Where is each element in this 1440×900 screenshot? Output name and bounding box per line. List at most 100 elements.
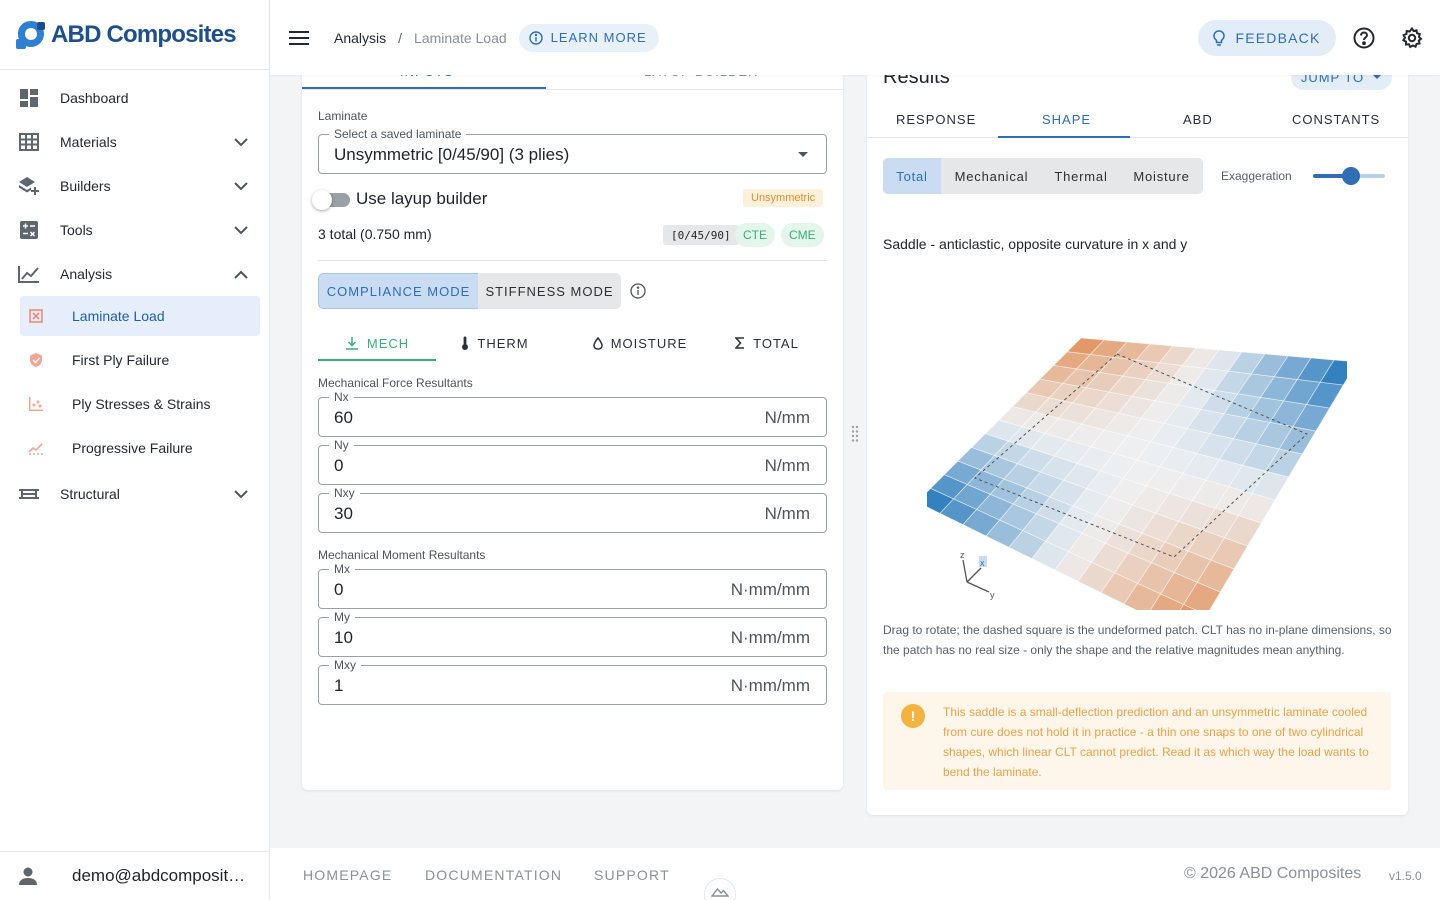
app-name: ABD Composites (51, 20, 237, 48)
warning-alert: ! This saddle is a small-deflection pred… (883, 692, 1391, 790)
tab-moisture[interactable]: MOISTURE (572, 325, 708, 361)
sidebar-item-tools[interactable]: Tools (0, 208, 269, 252)
panel-resize-handle[interactable] (849, 424, 861, 444)
sidebar-subitem-first-ply-failure[interactable]: First Ply Failure (20, 340, 260, 380)
nxy-field[interactable]: Nxy 30 N/mm (318, 486, 827, 533)
plot-caption: Drag to rotate; the dashed square is the… (883, 623, 1392, 657)
tab-total[interactable]: TOTAL (708, 325, 826, 361)
chevron-down-icon (233, 178, 249, 194)
cte-chip: CTE (735, 223, 775, 247)
gear-icon[interactable] (1400, 26, 1424, 50)
app-version: v1.5.0 (1389, 869, 1422, 883)
tab-mech-label: MECH (366, 335, 410, 351)
scatter-icon (28, 396, 44, 412)
tab-therm-label: THERM (477, 335, 529, 351)
trend-icon (28, 440, 44, 456)
mx-value: 0 (334, 580, 344, 599)
sidebar: ABD Composites Dashboard Materials Build… (0, 0, 270, 900)
footer-link-homepage[interactable]: HOMEPAGE (303, 867, 392, 883)
slider-thumb[interactable] (1342, 167, 1361, 185)
my-value: 10 (334, 628, 353, 647)
unsymmetric-badge: Unsymmetric (743, 189, 824, 207)
segment-moisture[interactable]: Moisture (1120, 158, 1203, 194)
info-icon (528, 30, 543, 45)
saddle-3d-plot[interactable]: z x y (927, 310, 1347, 610)
compliance-mode-button[interactable]: COMPLIANCE MODE (318, 273, 478, 309)
sidebar-item-analysis[interactable]: Analysis (0, 252, 269, 296)
footer-link-documentation[interactable]: DOCUMENTATION (425, 867, 562, 883)
menu-icon[interactable] (287, 26, 311, 50)
tab-therm[interactable]: THERM (436, 325, 554, 361)
sidebar-item-structural[interactable]: Structural (0, 472, 269, 516)
tab-total-label: TOTAL (753, 335, 799, 351)
nx-value: 60 (334, 408, 353, 427)
tab-response[interactable]: RESPONSE (896, 112, 976, 127)
mx-field[interactable]: Mx 0 N·mm/mm (318, 562, 827, 609)
sidebar-item-label: Laminate Load (72, 308, 165, 324)
sidebar-item-dashboard[interactable]: Dashboard (0, 76, 269, 120)
sidebar-item-label: Analysis (60, 266, 113, 282)
tab-mech[interactable]: MECH (318, 325, 436, 361)
ny-legend: Ny (329, 438, 354, 452)
nx-field[interactable]: Nx 60 N/mm (318, 390, 827, 437)
chevron-up-icon (233, 266, 249, 282)
results-tabs: RESPONSE SHAPE ABD CONSTANTS (867, 100, 1408, 138)
segment-thermal[interactable]: Thermal (1042, 158, 1120, 194)
line-chart-icon (18, 263, 40, 285)
sidebar-item-builders[interactable]: Builders (0, 164, 269, 208)
help-icon[interactable] (1352, 26, 1376, 50)
stiffness-mode-button[interactable]: STIFFNESS MODE (478, 273, 621, 309)
use-layup-builder-switch[interactable] (312, 190, 352, 210)
footer-link-support[interactable]: SUPPORT (594, 867, 670, 883)
inputs-card: INPUTS LAYUP BUILDER Laminate Select a s… (302, 30, 843, 790)
sidebar-subitem-ply-stresses[interactable]: Ply Stresses & Strains (20, 384, 260, 424)
sidebar-item-label: Builders (60, 178, 111, 194)
segment-total[interactable]: Total (883, 158, 941, 194)
warning-text: This saddle is a small-deflection predic… (943, 705, 1369, 779)
axis-z-label: z (960, 550, 965, 560)
sidebar-nav: Dashboard Materials Builders Tools Analy… (0, 70, 269, 516)
feedback-button[interactable]: FEEDBACK (1198, 20, 1336, 56)
breadcrumb-root[interactable]: Analysis (334, 30, 386, 46)
tab-abd[interactable]: ABD (1183, 112, 1213, 127)
sidebar-subitem-progressive-failure[interactable]: Progressive Failure (20, 428, 260, 468)
sidebar-subitem-laminate-load[interactable]: Laminate Load (20, 296, 260, 336)
axis-x-label: x (980, 558, 985, 568)
mode-info-icon[interactable] (630, 283, 646, 299)
tab-indicator (302, 87, 546, 89)
chevron-down-icon (233, 222, 249, 238)
my-legend: My (329, 610, 355, 624)
load-tab-indicator (318, 359, 436, 361)
learn-more-button[interactable]: LEARN MORE (518, 23, 659, 52)
segment-mechanical[interactable]: Mechanical (941, 158, 1042, 194)
mxy-field[interactable]: Mxy 1 N·mm/mm (318, 658, 827, 705)
nxy-value: 30 (334, 504, 353, 523)
mountain-logo-icon[interactable] (704, 878, 736, 900)
my-field[interactable]: My 10 N·mm/mm (318, 610, 827, 657)
copyright: © 2026 ABD Composites (1184, 865, 1362, 882)
breadcrumb-current: Laminate Load (414, 29, 507, 46)
use-layup-builder-label: Use layup builder (356, 189, 488, 208)
axis-triad: z x y (960, 550, 995, 600)
laminate-select-value: Unsymmetric [0/45/90] (3 plies) (334, 145, 570, 164)
shape-description: Saddle - anticlastic, opposite curvature… (883, 236, 1188, 252)
laminate-select[interactable]: Select a saved laminate Unsymmetric [0/4… (318, 127, 827, 174)
laminate-select-legend: Select a saved laminate (329, 127, 467, 141)
download-arrow-icon (345, 337, 358, 350)
lightbulb-icon (1213, 29, 1226, 46)
user-account[interactable]: demo@abdcomposit… (0, 851, 269, 900)
ny-field[interactable]: Ny 0 N/mm (318, 438, 827, 485)
tab-shape[interactable]: SHAPE (1042, 112, 1091, 127)
sidebar-item-materials[interactable]: Materials (0, 120, 269, 164)
tab-constants[interactable]: CONSTANTS (1292, 112, 1380, 127)
sidebar-item-label: Structural (60, 486, 120, 502)
my-unit: N·mm/mm (730, 628, 810, 647)
user-email: demo@abdcomposit… (72, 866, 246, 885)
sigma-icon (735, 337, 745, 349)
grid-table-icon (18, 131, 40, 153)
app-logo[interactable]: ABD Composites (0, 0, 269, 70)
sidebar-item-label: Ply Stresses & Strains (72, 396, 211, 412)
sidebar-item-label: Dashboard (60, 90, 129, 106)
exaggeration-slider[interactable] (1313, 166, 1385, 186)
shield-icon (28, 352, 44, 368)
